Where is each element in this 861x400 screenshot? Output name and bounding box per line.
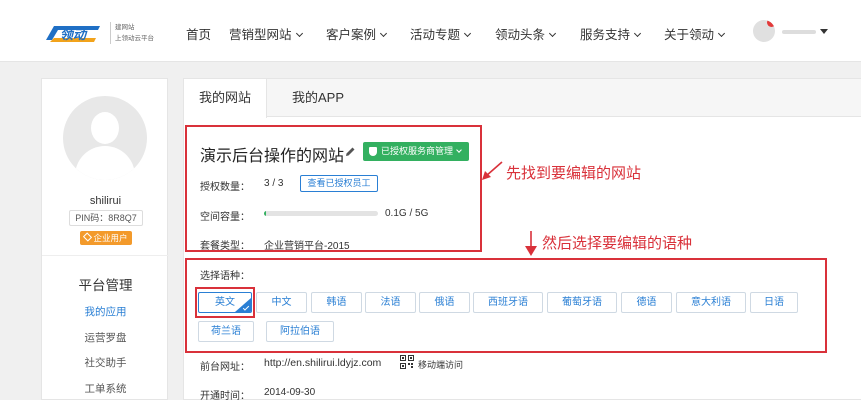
logo-text: 领动 <box>60 27 88 43</box>
nav-item-label: 领动头条 <box>495 28 546 42</box>
edit-pencil-icon[interactable] <box>345 146 356 157</box>
chevron-down-icon <box>463 29 472 38</box>
avatar-head-shape <box>91 112 119 144</box>
top-navbar: 领动 建网站 上领动云平台 首页 营销型网站 客户案例 活动专题 领动头条 服务… <box>0 0 861 62</box>
lang-button-japanese[interactable]: 日语 <box>750 292 798 313</box>
notification-dot-icon <box>767 20 775 27</box>
lang-button-spanish[interactable]: 西班牙语 <box>473 292 543 313</box>
lang-button-german[interactable]: 德语 <box>621 292 672 313</box>
annotation-arrow-left-icon <box>482 161 503 180</box>
tab-my-website[interactable]: 我的网站 <box>184 79 268 118</box>
open-date-value: 2014-09-30 <box>264 387 316 398</box>
mobile-access-link[interactable]: 移动端访问 <box>418 358 463 371</box>
front-url-value[interactable]: http://en.shilirui.ldyjz.com <box>264 357 381 369</box>
enterprise-badge: 企业用户 <box>80 231 132 245</box>
lang-button-label: 英文 <box>215 297 235 308</box>
nav-headlines[interactable]: 领动头条 <box>495 24 557 43</box>
auth-count-value: 3 / 3 <box>264 178 284 189</box>
package-label: 套餐类型： <box>200 241 250 252</box>
profile-username: shilirui <box>89 195 122 207</box>
lang-button-portuguese[interactable]: 葡萄牙语 <box>547 292 617 313</box>
front-url-label: 前台网址： <box>200 362 250 373</box>
package-value: 企业营销平台-2015 <box>264 241 350 252</box>
tab-bar: 我的网站 我的APP <box>184 79 861 118</box>
user-menu-caret-icon[interactable] <box>820 29 828 34</box>
lang-button-korean[interactable]: 韩语 <box>311 292 362 313</box>
platform-title: 平台管理 <box>42 255 169 294</box>
chevron-down-icon <box>548 29 557 38</box>
brand-tagline: 建网站 上领动云平台 <box>110 22 154 44</box>
space-progress-fill <box>264 211 267 216</box>
site-title: 演示后台操作的网站 <box>200 148 345 165</box>
user-name-blurred[interactable] <box>782 30 816 34</box>
sidebar-item-social[interactable]: 社交助手 <box>42 355 169 370</box>
lang-button-french[interactable]: 法语 <box>365 292 416 313</box>
auth-count-label: 授权数量： <box>200 182 250 193</box>
annotation-arrow-down-icon <box>525 231 537 256</box>
authorized-provider-label: 已授权服务商管理 <box>381 146 454 156</box>
diamond-icon <box>83 232 93 242</box>
pin-code: PIN码：8R8Q7 <box>69 210 143 226</box>
lang-button-dutch[interactable]: 荷兰语 <box>198 321 254 342</box>
brand-logo[interactable]: 领动 <box>44 22 102 44</box>
open-date-label: 开通时间： <box>200 391 250 400</box>
avatar-body-shape <box>75 146 135 180</box>
brand-tagline-1: 建网站 <box>115 24 135 31</box>
nav-support[interactable]: 服务支持 <box>580 24 642 43</box>
nav-about[interactable]: 关于领动 <box>664 24 726 43</box>
nav-item-label: 服务支持 <box>580 28 631 42</box>
authorized-provider-button[interactable]: 已授权服务商管理 <box>363 142 469 161</box>
annotation-step1-text: 先找到要编辑的网站 <box>506 164 642 182</box>
nav-home[interactable]: 首页 <box>186 24 211 43</box>
language-label: 选择语种： <box>200 271 250 282</box>
lang-button-russian[interactable]: 俄语 <box>419 292 470 313</box>
chevron-down-icon <box>379 29 388 38</box>
lang-button-arabic[interactable]: 阿拉伯语 <box>266 321 334 342</box>
annotation-step2-text: 然后选择要编辑的语种 <box>542 234 693 252</box>
nav-item-label: 客户案例 <box>326 28 377 42</box>
sidebar-item-tickets[interactable]: 工单系统 <box>42 381 169 396</box>
space-progress-bar <box>264 211 378 216</box>
chevron-down-icon <box>633 29 642 38</box>
lang-button-chinese[interactable]: 中文 <box>256 292 307 313</box>
lang-button-italian[interactable]: 意大利语 <box>676 292 746 313</box>
space-label: 空间容量： <box>200 212 250 223</box>
space-value: 0.1G / 5G <box>385 208 429 219</box>
qr-code-icon[interactable] <box>400 355 414 369</box>
nav-events[interactable]: 活动专题 <box>410 24 472 43</box>
profile-avatar <box>63 96 147 180</box>
shield-icon <box>369 147 377 156</box>
chevron-down-icon <box>717 29 726 38</box>
lang-button-english[interactable]: 英文 <box>198 292 252 313</box>
nav-item-label: 营销型网站 <box>229 28 292 42</box>
nav-item-label: 首页 <box>186 28 212 42</box>
sidebar-item-my-apps[interactable]: 我的应用 <box>42 304 169 319</box>
tab-my-app[interactable]: 我的APP <box>277 79 359 117</box>
view-authorized-staff-button[interactable]: 查看已授权员工 <box>300 175 378 192</box>
nav-item-label: 关于领动 <box>664 28 715 42</box>
nav-item-label: 活动专题 <box>410 28 461 42</box>
chevron-down-icon <box>456 147 462 153</box>
enterprise-badge-label: 企业用户 <box>93 233 128 243</box>
nav-marketing-site[interactable]: 营销型网站 <box>229 24 303 43</box>
user-avatar[interactable] <box>753 20 775 42</box>
sidebar-item-compass[interactable]: 运营罗盘 <box>42 330 169 345</box>
chevron-down-icon <box>295 29 303 38</box>
user-sidebar: shilirui PIN码：8R8Q7 企业用户 平台管理 我的应用 运营罗盘 … <box>41 78 169 400</box>
brand-tagline-2: 上领动云平台 <box>115 35 154 42</box>
nav-cases[interactable]: 客户案例 <box>326 24 388 43</box>
